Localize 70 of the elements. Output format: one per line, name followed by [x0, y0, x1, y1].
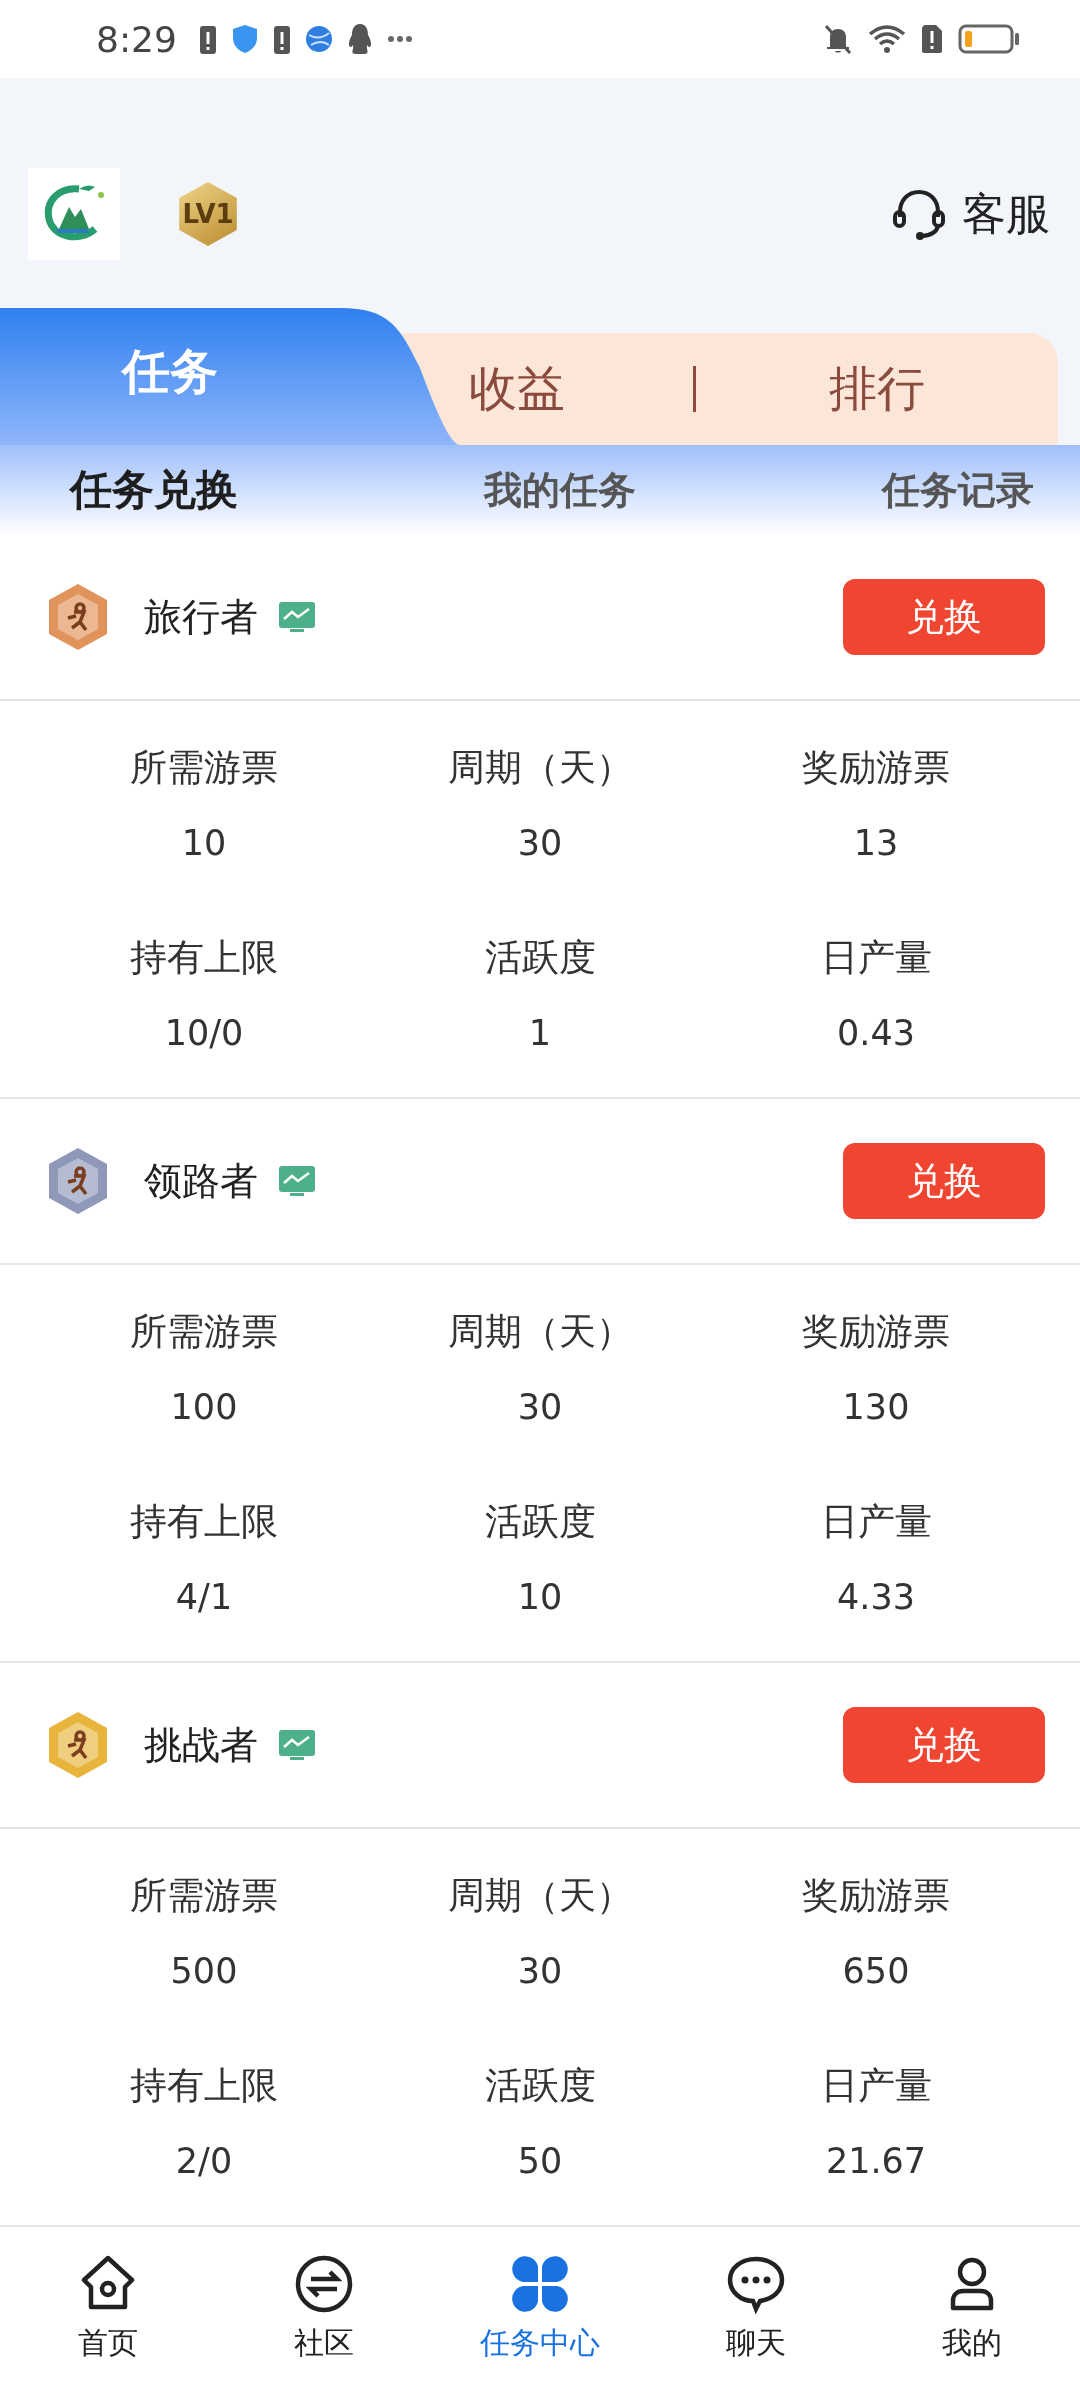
- nav-item[interactable]: 任务中心: [450, 2253, 630, 2364]
- clover-icon: [509, 2253, 571, 2315]
- task-name: 领路者: [144, 1157, 258, 1205]
- penguin-icon: [346, 23, 373, 55]
- stat-value: 30: [517, 1387, 563, 1427]
- stat-value: 1: [528, 1013, 552, 1053]
- stat-value: 100: [170, 1387, 238, 1427]
- tab[interactable]: 收益: [460, 308, 693, 445]
- chart-icon[interactable]: [278, 1165, 316, 1197]
- stat-value: 130: [842, 1387, 910, 1427]
- stat-value: 30: [517, 1951, 563, 1991]
- stat-value: 0.43: [837, 1013, 915, 1053]
- alert-icon: [198, 23, 217, 55]
- customer-service-button[interactable]: 客服: [890, 184, 1050, 244]
- stat-label: 日产量: [820, 2063, 932, 2109]
- nav-item[interactable]: 首页: [18, 2253, 198, 2364]
- battery-icon: [958, 24, 1020, 54]
- stat-label: 活跃度: [484, 2063, 596, 2109]
- stat-label: 奖励游票: [802, 1309, 950, 1355]
- shield-icon: [230, 24, 259, 54]
- bell-muted-icon: [822, 23, 854, 55]
- stat-label: 周期（天）: [447, 1873, 633, 1919]
- stat-label: 所需游票: [130, 1309, 278, 1355]
- more-icon: [386, 35, 413, 43]
- stat-label: 活跃度: [484, 935, 596, 981]
- globe-icon: [304, 25, 333, 53]
- sub-tab[interactable]: 任务兑换: [70, 462, 238, 518]
- nav-item[interactable]: 社区: [234, 2253, 414, 2364]
- stat-value: 650: [842, 1951, 910, 1991]
- stat-label: 奖励游票: [802, 1873, 950, 1919]
- stat-value: 10/0: [164, 1013, 244, 1053]
- sub-tab[interactable]: 任务记录: [882, 464, 1034, 516]
- stat-label: 奖励游票: [802, 745, 950, 791]
- redeem-button[interactable]: 兑换: [843, 579, 1045, 655]
- stat-value: 4.33: [837, 1577, 915, 1617]
- stat-label: 所需游票: [130, 1873, 278, 1919]
- stat-value: 10: [517, 1577, 563, 1617]
- task-name: 挑战者: [144, 1721, 258, 1769]
- wifi-icon: [868, 23, 906, 55]
- task-name: 旅行者: [144, 593, 258, 641]
- alert-icon: [272, 23, 291, 55]
- stat-value: 13: [853, 823, 899, 863]
- nav-item[interactable]: 我的: [882, 2253, 1062, 2364]
- stat-value: 10: [181, 823, 227, 863]
- stat-label: 日产量: [820, 935, 932, 981]
- stat-label: 所需游票: [130, 745, 278, 791]
- stat-label: 日产量: [820, 1499, 932, 1545]
- stat-value: 2/0: [175, 2141, 233, 2181]
- stat-value: 4/1: [175, 1577, 233, 1617]
- stat-value: 30: [517, 823, 563, 863]
- tab[interactable]: 排行: [696, 308, 1058, 445]
- chart-icon[interactable]: [278, 601, 316, 633]
- redeem-button[interactable]: 兑换: [843, 1707, 1045, 1783]
- stat-label: 持有上限: [130, 2063, 278, 2109]
- tab[interactable]: 任务: [0, 308, 460, 445]
- redeem-button[interactable]: 兑换: [843, 1143, 1045, 1219]
- stat-value: 500: [170, 1951, 238, 1991]
- stat-value: 50: [517, 2141, 563, 2181]
- stat-label: 周期（天）: [447, 1309, 633, 1355]
- swap-arrows-icon: [293, 2253, 355, 2315]
- stat-label: 活跃度: [484, 1499, 596, 1545]
- alert-icon: [920, 23, 944, 55]
- status-time: 8:29: [96, 18, 177, 60]
- sub-tab[interactable]: 我的任务: [484, 464, 636, 516]
- stat-value: 21.67: [825, 2141, 927, 2181]
- nav-item[interactable]: 聊天: [666, 2253, 846, 2364]
- stat-label: 周期（天）: [447, 745, 633, 791]
- stat-label: 持有上限: [130, 935, 278, 981]
- chart-icon[interactable]: [278, 1729, 316, 1761]
- stat-label: 持有上限: [130, 1499, 278, 1545]
